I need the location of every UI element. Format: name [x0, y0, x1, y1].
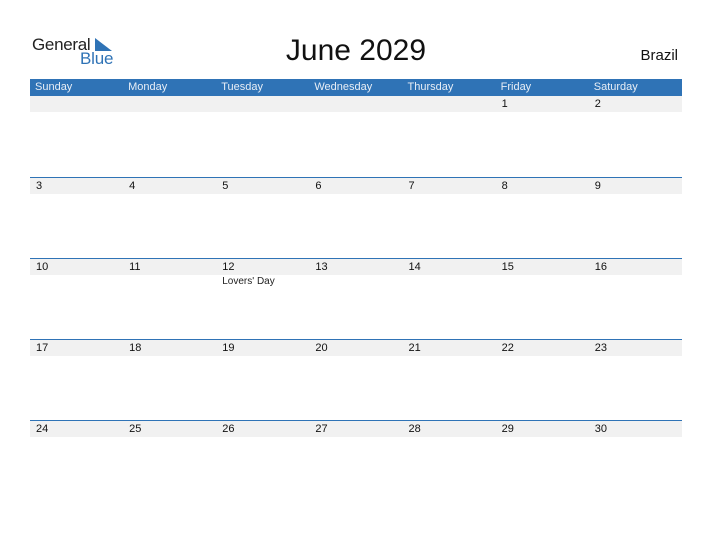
day-number: 15 — [501, 261, 514, 273]
day-number: 7 — [408, 180, 415, 192]
day-cell: 24 — [30, 421, 123, 437]
weeks-container: 1 2 3 4 5 6 7 8 9 10 11 12 Lovers' Day 13 14 15 16 17 18 19… — [30, 96, 682, 501]
day-number: 6 — [315, 180, 322, 192]
day-number — [315, 96, 402, 112]
weekday-friday: Friday — [500, 81, 532, 93]
week-row: 3 4 5 6 7 8 9 — [30, 177, 682, 258]
day-cell: 13 — [309, 259, 402, 289]
day-cell: 26 — [216, 421, 309, 437]
day-number: 29 — [501, 423, 514, 435]
day-number: 3 — [36, 180, 43, 192]
week-row: 10 11 12 Lovers' Day 13 14 15 16 — [30, 258, 682, 339]
day-number — [36, 96, 123, 112]
day-number: 2 — [594, 98, 601, 110]
day-cell: 1 — [496, 96, 589, 112]
day-number — [409, 96, 496, 112]
day-number — [129, 96, 216, 112]
calendar-title: June 2029 — [285, 34, 427, 67]
day-cell — [216, 96, 309, 112]
day-cell: 21 — [403, 340, 496, 356]
weekday-thursday: Thursday — [407, 81, 454, 93]
day-number: 4 — [129, 180, 136, 192]
day-cell — [309, 96, 402, 112]
day-cell: 14 — [403, 259, 496, 289]
day-cell: 29 — [496, 421, 589, 437]
day-cell: 20 — [309, 340, 402, 356]
day-cell — [123, 96, 216, 112]
day-number: 22 — [501, 342, 514, 354]
day-number: 16 — [594, 261, 607, 273]
day-cell — [30, 96, 123, 112]
day-number — [222, 96, 309, 112]
week-row: 17 18 19 20 21 22 23 — [30, 339, 682, 420]
day-number: 25 — [129, 423, 142, 435]
day-number: 24 — [36, 423, 49, 435]
day-number: 19 — [222, 342, 235, 354]
holiday-label: Lovers' Day — [222, 276, 275, 287]
day-cell: 22 — [496, 340, 589, 356]
day-cell: 18 — [123, 340, 216, 356]
day-cell: 12 Lovers' Day — [216, 259, 309, 289]
day-cell: 2 — [589, 96, 682, 112]
day-cell: 15 — [496, 259, 589, 289]
week-cells: 24 25 26 27 28 29 30 — [30, 421, 682, 437]
day-cell: 8 — [496, 178, 589, 194]
day-number: 27 — [315, 423, 328, 435]
day-number: 23 — [594, 342, 607, 354]
day-number: 21 — [408, 342, 421, 354]
day-number: 8 — [501, 180, 508, 192]
day-number: 9 — [594, 180, 601, 192]
week-cells: 12 — [30, 96, 682, 112]
weekday-tuesday: Tuesday — [221, 81, 264, 93]
day-number: 10 — [36, 261, 49, 273]
weekday-wednesday: Wednesday — [314, 81, 373, 93]
day-cell: 3 — [30, 178, 123, 194]
country-label: Brazil — [640, 47, 678, 64]
day-cell: 17 — [30, 340, 123, 356]
day-cell: 5 — [216, 178, 309, 194]
day-cell: 30 — [589, 421, 682, 437]
weekday-sunday: Sunday — [35, 81, 73, 93]
weekday-saturday: Saturday — [593, 81, 638, 93]
day-number: 1 — [501, 98, 508, 110]
day-cell: 19 — [216, 340, 309, 356]
day-cell: 6 — [309, 178, 402, 194]
day-cell: 23 — [589, 340, 682, 356]
day-cell: 27 — [309, 421, 402, 437]
week-cells: 17 18 19 20 21 22 23 — [30, 340, 682, 356]
weekday-header: Sunday Monday Tuesday Wednesday Thursday… — [30, 79, 682, 96]
day-cell: 7 — [403, 178, 496, 194]
day-number: 14 — [408, 261, 421, 273]
week-row: 24 25 26 27 28 29 30 — [30, 420, 682, 501]
day-cell: 16 — [589, 259, 682, 289]
day-number: 5 — [222, 180, 229, 192]
day-number: 18 — [129, 342, 142, 354]
day-cell: 10 — [30, 259, 123, 289]
week-cells: 3 4 5 6 7 8 9 — [30, 178, 682, 194]
week-row: 12 — [30, 96, 682, 177]
day-cell: 9 — [589, 178, 682, 194]
day-number: 30 — [594, 423, 607, 435]
week-cells: 10 11 12 Lovers' Day 13 14 15 16 — [30, 259, 682, 289]
day-cell — [403, 96, 496, 112]
day-number: 12 — [222, 261, 235, 273]
day-number: 20 — [315, 342, 328, 354]
day-cell: 28 — [403, 421, 496, 437]
day-number: 13 — [315, 261, 328, 273]
day-cell: 25 — [123, 421, 216, 437]
day-cell: 11 — [123, 259, 216, 289]
day-cell: 4 — [123, 178, 216, 194]
day-number: 11 — [129, 261, 141, 273]
day-number: 17 — [36, 342, 49, 354]
calendar-grid: Sunday Monday Tuesday Wednesday Thursday… — [30, 79, 682, 501]
day-number: 26 — [222, 423, 235, 435]
weekday-monday: Monday — [128, 81, 168, 93]
day-number: 28 — [408, 423, 421, 435]
